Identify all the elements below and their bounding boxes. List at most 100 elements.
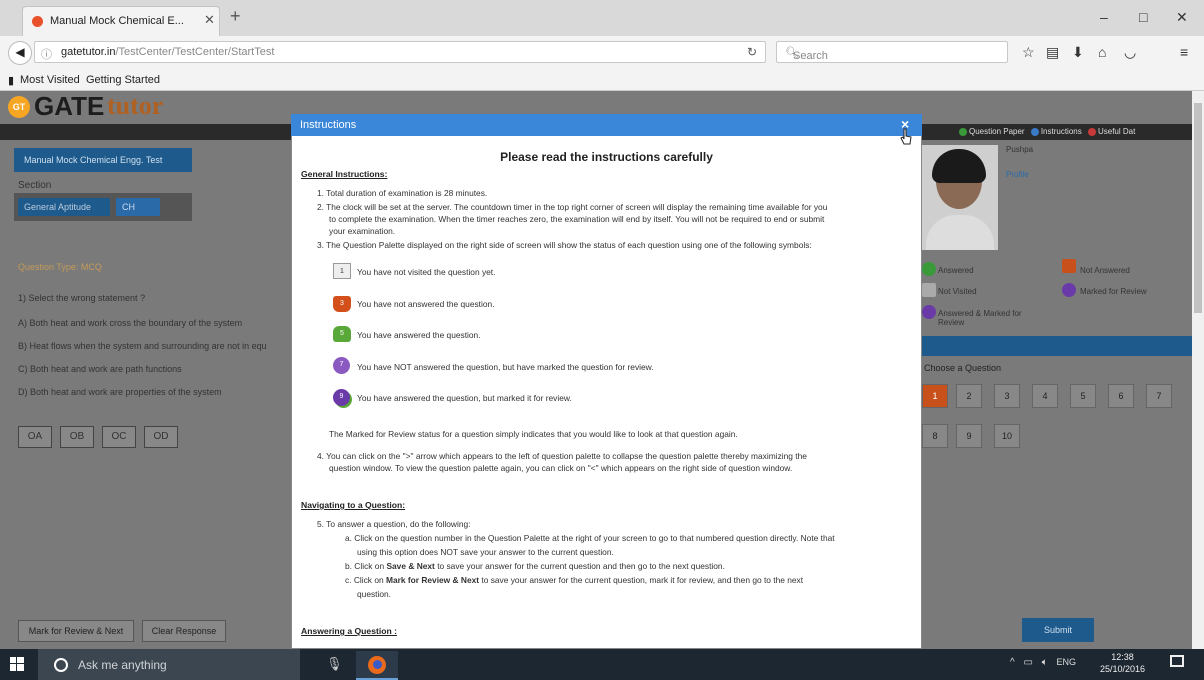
general-instructions-heading: General Instructions:: [301, 169, 388, 179]
clear-response-button[interactable]: Clear Response: [142, 620, 226, 642]
paper-title-button[interactable]: Manual Mock Chemical Engg. Test: [14, 148, 192, 172]
section-tab-ch[interactable]: CH: [116, 198, 160, 216]
answered-marked-legend-icon: [922, 305, 936, 319]
answer-d: D) Both heat and work are properties of …: [18, 387, 222, 397]
modal-title: Instructions: [300, 119, 357, 131]
search-input[interactable]: 🔍︎ Search: [776, 41, 1008, 63]
instruction-4-line1: 4. You can click on the ">" arrow which …: [317, 451, 807, 461]
palette-question-8[interactable]: 8: [922, 424, 948, 448]
palette-question-1[interactable]: 1: [922, 384, 948, 408]
tab-title: Manual Mock Chemical E...: [50, 15, 184, 27]
pocket-icon[interactable]: ◡: [1124, 44, 1136, 61]
network-icon[interactable]: ▭: [1023, 657, 1032, 668]
microphone-icon[interactable]: 🎙︎: [326, 656, 343, 672]
answered-legend-icon: [922, 262, 936, 276]
home-icon[interactable]: ⌂: [1098, 44, 1106, 60]
palette-question-2[interactable]: 2: [956, 384, 982, 408]
submit-button[interactable]: Submit: [1022, 618, 1094, 642]
question-text: 1) Select the wrong statement ?: [18, 293, 146, 303]
palette-question-9[interactable]: 9: [956, 424, 982, 448]
mark-review-next-button[interactable]: Mark for Review & Next: [18, 620, 134, 642]
tab-close-icon[interactable]: ✕: [204, 12, 215, 28]
instruction-1: 1. Total duration of examination is 28 m…: [317, 188, 488, 198]
answer-b: B) Heat flows when the system and surrou…: [18, 341, 267, 351]
firefox-taskbar-icon[interactable]: [356, 651, 398, 680]
instructions-link[interactable]: Instructions: [1041, 127, 1082, 136]
symbol-text-marked-review: You have NOT answered the question, but …: [357, 362, 654, 372]
window-close-button[interactable]: ✕: [1176, 9, 1188, 26]
instruction-2-line1: 2. The clock will be set at the server. …: [317, 202, 828, 212]
taskbar-clock[interactable]: 12:38 25/10/2016: [1100, 651, 1145, 675]
palette-question-6[interactable]: 6: [1108, 384, 1134, 408]
symbol-text-not-visited: You have not visited the question yet.: [357, 267, 496, 277]
cortana-circle-icon: [54, 658, 68, 672]
choose-question-label: Choose a Question: [924, 363, 1002, 373]
instruction-2-line3: your examination.: [329, 226, 396, 236]
hand-cursor-icon: [900, 128, 912, 145]
symbol-text-answered-marked: You have answered the question, but mark…: [357, 393, 572, 403]
palette-question-7[interactable]: 7: [1146, 384, 1172, 408]
user-name: Pushpa: [1006, 145, 1034, 154]
instruction-5: 5. To answer a question, do the followin…: [317, 519, 471, 529]
not-answered-symbol-icon: 3: [333, 296, 351, 312]
notification-icon[interactable]: [1170, 655, 1184, 667]
question-type: Question Type: MCQ: [18, 262, 102, 272]
browser-tab[interactable]: Manual Mock Chemical E... ✕: [22, 6, 220, 36]
volume-icon[interactable]: 🔈︎: [1042, 657, 1048, 668]
page-scrollbar[interactable]: [1192, 91, 1204, 649]
palette-question-4[interactable]: 4: [1032, 384, 1058, 408]
bookmarks-toolbar: ▮ Most Visited Getting Started: [0, 70, 1204, 91]
address-bar[interactable]: ⓘ gatetutor.in/TestCenter/TestCenter/Sta…: [34, 41, 766, 63]
system-tray: ^ ▭ 🔈︎ ENG: [1010, 657, 1076, 668]
downloads-icon[interactable]: ⬇: [1072, 44, 1084, 61]
back-arrow-icon[interactable]: ◀: [8, 41, 32, 65]
useful-data-link[interactable]: Useful Dat: [1098, 127, 1135, 136]
not-visited-symbol-icon: 1: [333, 263, 351, 279]
instruction-3: 3. The Question Palette displayed on the…: [317, 240, 812, 250]
legend-answered: Answered: [938, 266, 974, 275]
instruction-5c-line2: question.: [357, 589, 391, 599]
tray-chevron-icon[interactable]: ^: [1010, 657, 1015, 668]
answer-a: A) Both heat and work cross the boundary…: [18, 318, 243, 328]
info-icon: ⓘ: [41, 49, 52, 61]
marked-review-symbol-icon: 7: [333, 357, 350, 374]
menu-icon[interactable]: ≡: [1180, 44, 1188, 60]
instruction-2-line2: to complete the examination. When the ti…: [329, 214, 825, 224]
marked-review-legend-icon: [1062, 283, 1076, 297]
symbol-text-answered: You have answered the question.: [357, 330, 481, 340]
review-note: The Marked for Review status for a quest…: [329, 429, 738, 439]
cortana-search-box[interactable]: Ask me anything: [38, 649, 300, 680]
option-a-radio[interactable]: OA: [18, 426, 52, 448]
url-domain: gatetutor.in: [61, 46, 116, 58]
instruction-5b: b. Click on Save & Next to save your ans…: [345, 561, 725, 571]
windows-start-icon[interactable]: [10, 657, 24, 671]
bookmark-getting-started[interactable]: Getting Started: [86, 74, 160, 86]
question-paper-link[interactable]: Question Paper: [969, 127, 1025, 136]
search-placeholder: 🔍︎ Search: [785, 47, 828, 62]
answered-symbol-icon: 5: [333, 326, 351, 342]
instruction-5a-line2: using this option does NOT save your ans…: [357, 547, 614, 557]
option-d-radio[interactable]: OD: [144, 426, 178, 448]
not-answered-legend-icon: [1062, 259, 1076, 273]
palette-question-3[interactable]: 3: [994, 384, 1020, 408]
reload-icon[interactable]: ↻: [747, 45, 757, 59]
profile-link[interactable]: Profile: [1006, 170, 1029, 179]
palette-question-5[interactable]: 5: [1070, 384, 1096, 408]
new-tab-button[interactable]: +: [230, 6, 241, 27]
bookmark-star-icon[interactable]: ☆: [1022, 44, 1035, 61]
reading-list-icon[interactable]: ▤: [1046, 44, 1059, 61]
option-c-radio[interactable]: OC: [102, 426, 136, 448]
bookmark-most-visited[interactable]: Most Visited: [20, 74, 80, 86]
not-visited-legend-icon: [922, 283, 936, 297]
palette-question-10[interactable]: 10: [994, 424, 1020, 448]
favicon-icon: [32, 16, 43, 27]
language-indicator[interactable]: ENG: [1057, 657, 1077, 667]
option-b-radio[interactable]: OB: [60, 426, 94, 448]
maximize-button[interactable]: □: [1139, 9, 1147, 25]
section-tab-general-aptitude[interactable]: General Aptitude: [18, 198, 110, 216]
clock-time: 12:38: [1111, 652, 1134, 662]
question-palette: 1 2 3 4 5 6 7 8 9 10: [922, 384, 1192, 454]
minimize-button[interactable]: –: [1100, 9, 1108, 25]
top-links: Question Paper Instructions Useful Dat: [955, 127, 1135, 136]
cortana-placeholder: Ask me anything: [78, 658, 167, 672]
